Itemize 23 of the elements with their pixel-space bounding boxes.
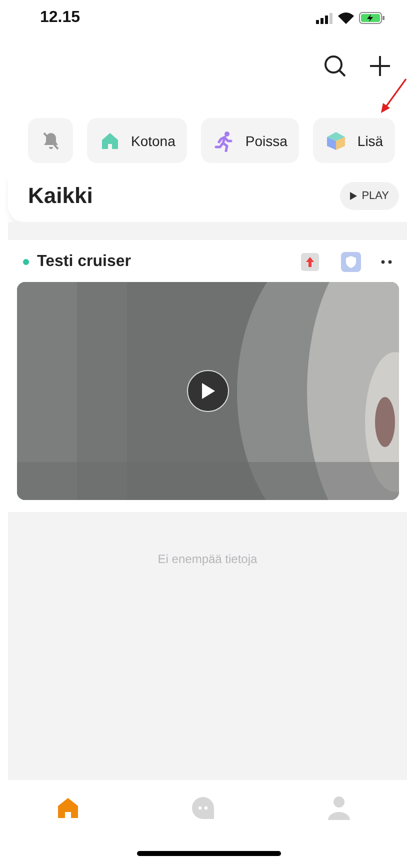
cube-icon: [325, 130, 348, 152]
scene-button[interactable]: Kotona: [87, 118, 188, 163]
device-name: Testi cruiser: [37, 253, 132, 271]
upload-icon[interactable]: [301, 253, 319, 271]
annotation-arrow: [379, 78, 407, 114]
scene-button[interactable]: Lisä: [313, 118, 396, 163]
empty-message: Ei enempää tietoja: [158, 552, 258, 566]
muted-bell-icon: [40, 130, 60, 150]
battery-charging-icon: [359, 12, 385, 24]
scene-button[interactable]: [28, 118, 73, 163]
play-button[interactable]: PLAY: [340, 182, 399, 210]
play-icon: [350, 192, 357, 200]
add-icon[interactable]: [369, 55, 391, 77]
signal-icon: [316, 12, 333, 24]
person-icon: [326, 795, 352, 821]
scene-button[interactable]: Poissa: [201, 118, 300, 163]
play-icon: [201, 383, 215, 399]
wifi-icon: [338, 12, 354, 24]
section-title: Kaikki: [28, 183, 93, 209]
chat-bubble-icon: [190, 795, 216, 821]
search-icon[interactable]: [323, 54, 347, 78]
more-icon[interactable]: [381, 260, 393, 264]
status-time: 12.15: [40, 9, 80, 27]
